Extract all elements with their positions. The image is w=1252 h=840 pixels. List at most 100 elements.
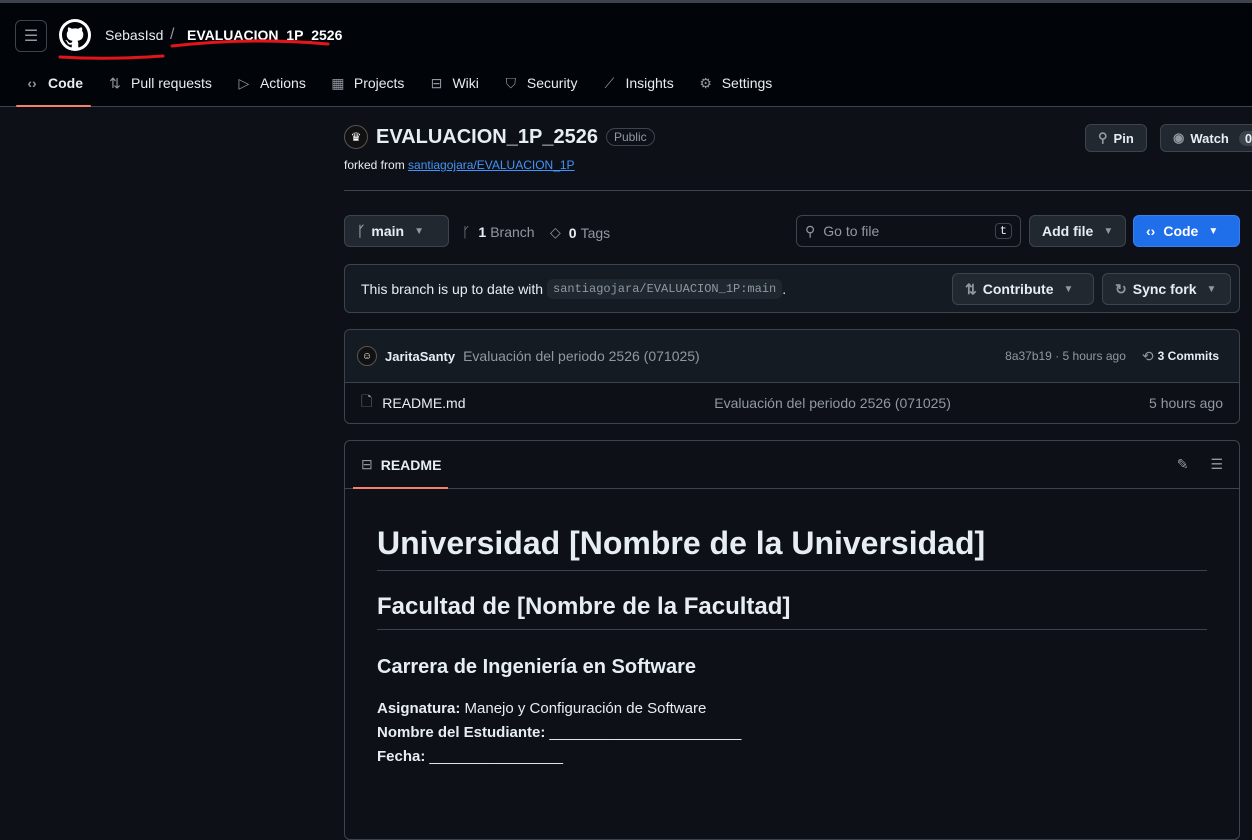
outline-list-icon[interactable]: ☰ <box>1210 456 1223 473</box>
repo-title: ♛ EVALUACION_1P_2526 Public <box>344 125 655 149</box>
contribute-button[interactable]: ⇅ Contribute ▼ <box>952 273 1094 305</box>
readme-heading-2: Facultad de [Nombre de la Facultad] <box>377 593 1207 630</box>
pull-request-icon: ⇅ <box>109 74 121 91</box>
shield-icon: ⛉ <box>505 74 517 91</box>
forked-link[interactable]: santiagojara/EVALUACION_1P <box>408 158 575 172</box>
tab-label: Pull requests <box>131 75 212 91</box>
readme-header: ⊟ README ✎ ☰ <box>345 441 1239 489</box>
upstream-ref: santiagojara/EVALUACION_1P:main <box>547 278 783 299</box>
pull-request-icon: ⇅ <box>965 280 977 297</box>
readme-line: Asignatura: Manejo y Configuración de So… <box>377 697 1207 721</box>
file-name[interactable]: README.md <box>382 395 714 411</box>
owner-avatar: ♛ <box>344 125 368 149</box>
branch-label: main <box>371 223 405 239</box>
tab-label: Wiki <box>452 75 479 91</box>
chevron-down-icon: ▼ <box>1206 283 1217 295</box>
line-label: Fecha: <box>377 748 426 765</box>
tab-settings[interactable]: ⚙ Settings <box>690 65 781 101</box>
tab-label: Code <box>48 75 83 91</box>
file-time: 5 hours ago <box>1149 395 1223 411</box>
latest-commit: ☺ JaritaSanty Evaluación del periodo 252… <box>345 330 1239 383</box>
book-icon: ⊟ <box>430 74 443 91</box>
file-commit-message[interactable]: Evaluación del periodo 2526 (071025) <box>714 395 951 411</box>
line-value: _______________________ <box>545 724 742 741</box>
repo-nav: ‹› Code ⇅ Pull requests ▷ Actions ▦ Projects… <box>16 65 788 107</box>
tab-label: Security <box>526 75 578 91</box>
tab-insights[interactable]: ⟋ Insights <box>593 65 681 101</box>
shortcut-key: t <box>994 223 1012 239</box>
line-label: Asignatura: <box>377 700 461 717</box>
fork-status-period: . <box>782 280 787 297</box>
tag-count-label: Tags <box>580 224 611 241</box>
watch-button[interactable]: ◉ Watch 0 <box>1160 124 1252 152</box>
repo-header: ☰ SebasIsd / EVALUACION_1P_2526 ‹› Code ⇅… <box>0 3 1252 107</box>
readme-tab[interactable]: README <box>381 457 442 473</box>
watch-label: Watch <box>1190 130 1229 146</box>
author-avatar: ☺ <box>357 346 377 366</box>
readme-heading-3: Carrera de Ingeniería en Software <box>377 656 697 678</box>
pin-button[interactable]: ⚲ Pin <box>1085 124 1147 152</box>
graph-icon: ⟋ <box>604 74 615 91</box>
line-value: ________________ <box>425 748 564 765</box>
file-row[interactable]: 🗋 README.md Evaluación del periodo 2526 … <box>345 383 1239 423</box>
readme-content: Universidad [Nombre de la Universidad] F… <box>345 489 1239 769</box>
sync-fork-label: Sync fork <box>1132 281 1197 297</box>
commit-message[interactable]: Evaluación del periodo 2526 (071025) <box>463 348 700 364</box>
tab-label: Actions <box>259 75 306 91</box>
tab-actions[interactable]: ▷ Actions <box>228 65 314 101</box>
readme-heading-1: Universidad [Nombre de la Universidad] <box>377 525 1207 571</box>
pin-label: Pin <box>1113 130 1134 146</box>
visibility-badge: Public <box>605 128 655 146</box>
edit-pencil-icon[interactable]: ✎ <box>1177 456 1189 473</box>
commit-sha-time[interactable]: 8a37b19 · 5 hours ago <box>1005 349 1126 363</box>
line-label: Nombre del Estudiante: <box>377 724 546 741</box>
fork-status-text: This branch is up to date with <box>361 280 544 297</box>
branch-select[interactable]: ᚴ main ▼ <box>344 215 449 247</box>
tab-wiki[interactable]: ⊟ Wiki <box>420 65 486 101</box>
commits-link[interactable]: 3 Commits <box>1158 349 1219 363</box>
fork-status-bar: This branch is up to date with santiagoj… <box>344 264 1240 313</box>
eye-icon: ◉ <box>1173 130 1185 145</box>
search-icon: ⚲ <box>805 222 816 239</box>
branch-count-label: Branch <box>490 224 535 240</box>
add-file-label: Add file <box>1042 223 1094 239</box>
commit-author[interactable]: JaritaSanty <box>385 349 455 364</box>
tab-code[interactable]: ‹› Code <box>16 65 91 107</box>
file-list: ☺ JaritaSanty Evaluación del periodo 252… <box>344 329 1240 424</box>
tab-label: Settings <box>721 75 773 91</box>
history-icon: ⟲ <box>1141 347 1154 364</box>
search-placeholder: Go to file <box>823 223 880 239</box>
tab-pull-requests[interactable]: ⇅ Pull requests <box>99 65 220 101</box>
chevron-down-icon: ▼ <box>1063 283 1074 295</box>
tab-label: Insights <box>625 75 674 91</box>
branch-icon: ᚴ <box>462 224 471 240</box>
readme-line: Fecha: ________________ <box>377 745 1207 769</box>
active-tab-indicator <box>353 487 448 489</box>
tab-projects[interactable]: ▦ Projects <box>322 65 413 101</box>
branch-count: 1 <box>478 224 487 240</box>
tags-link[interactable]: ◇ 0 Tags <box>550 224 610 241</box>
table-icon: ▦ <box>331 74 345 91</box>
tag-icon: ◇ <box>550 224 561 240</box>
tag-count: 0 <box>568 224 577 241</box>
readme-panel: ⊟ README ✎ ☰ Universidad [Nombre de la U… <box>344 440 1240 840</box>
pin-icon: ⚲ <box>1098 130 1108 145</box>
forked-from: forked from santiagojara/EVALUACION_1P <box>344 158 575 172</box>
chevron-down-icon: ▼ <box>1103 225 1114 237</box>
repo-name[interactable]: EVALUACION_1P_2526 <box>376 126 598 149</box>
chevron-down-icon: ▼ <box>414 225 424 237</box>
contribute-label: Contribute <box>982 281 1054 297</box>
line-value: Manejo y Configuración de Software <box>460 700 707 717</box>
code-button[interactable]: ‹› Code ▼ <box>1133 215 1240 247</box>
branches-link[interactable]: ᚴ 1 Branch <box>462 224 535 240</box>
watch-count: 0 <box>1238 130 1252 146</box>
chevron-down-icon: ▼ <box>1208 225 1219 237</box>
red-annotation-marks <box>58 39 330 60</box>
tab-security[interactable]: ⛉ Security <box>495 65 586 101</box>
readme-line: Nombre del Estudiante: _________________… <box>377 721 1207 745</box>
sync-fork-button[interactable]: ↻ Sync fork ▼ <box>1102 273 1231 305</box>
forked-prefix: forked from <box>344 158 405 172</box>
add-file-button[interactable]: Add file ▼ <box>1029 215 1127 247</box>
go-to-file-input[interactable]: ⚲ Go to file t <box>796 215 1021 247</box>
divider <box>344 190 1252 191</box>
